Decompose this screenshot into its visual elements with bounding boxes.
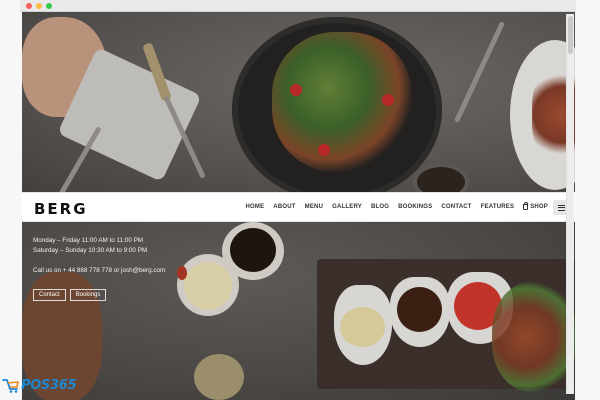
nav-label: HOME [245, 204, 265, 210]
hero-image-top [22, 12, 575, 192]
tomato-image [318, 144, 330, 156]
window-controls [26, 3, 52, 9]
nav-item-shop[interactable]: SHOP [523, 202, 548, 210]
nav-item-gallery[interactable]: GALLERY [332, 204, 362, 210]
scrollbar-thumb[interactable] [568, 16, 573, 54]
bookings-button[interactable]: Bookings [69, 289, 107, 301]
coffee-cup-image [417, 167, 465, 192]
nav-label: GALLERY [332, 204, 362, 210]
nav-label: BLOG [370, 204, 390, 210]
pepper-image [177, 266, 187, 280]
contact-line: Call us on + 44 888 778 778 or josh@berg… [33, 267, 166, 274]
watermark-text: POS365 [21, 377, 77, 393]
site-header: BERG HOME ABOUT MENU GALLERY BLOG BOOKIN… [22, 192, 575, 222]
minimize-window-button[interactable] [36, 3, 42, 9]
tomato-image [290, 84, 302, 96]
pos365-watermark: POS365 [2, 377, 77, 393]
close-window-button[interactable] [26, 3, 32, 9]
nav-label: SHOP [530, 204, 548, 210]
nav-label: CONTACT [441, 204, 472, 210]
tomato-image [382, 94, 394, 106]
nav-item-blog[interactable]: BLOG [371, 204, 389, 210]
fork-image [453, 21, 506, 123]
hours-weekend: Saturday – Sunday 10:30 AM to 9:00 PM [33, 247, 148, 254]
shrimp-dish-image [492, 282, 575, 392]
info-actions: Contact Bookings [33, 289, 107, 301]
nav-item-home[interactable]: HOME [245, 204, 264, 210]
hours-weekday: Monday – Friday 11:00 AM to 11:00 PM [33, 237, 144, 244]
dip-image [340, 307, 385, 347]
hamburger-icon [557, 209, 565, 211]
nav-label: FEATURES [480, 204, 515, 210]
nav-label: MENU [304, 204, 324, 210]
scrollbar[interactable] [566, 14, 574, 394]
browser-window: BERG HOME ABOUT MENU GALLERY BLOG BOOKIN… [0, 0, 600, 400]
browser-chrome [20, 0, 576, 12]
restaurant-info: Monday – Friday 11:00 AM to 11:00 PM Sat… [33, 236, 165, 276]
shopping-bag-icon [523, 202, 529, 210]
nav-item-bookings[interactable]: BOOKINGS [398, 204, 432, 210]
nav-item-menu[interactable]: MENU [305, 204, 323, 210]
nav-item-features[interactable]: FEATURES [481, 204, 515, 210]
contact-button[interactable]: Contact [33, 289, 66, 301]
main-navigation: HOME ABOUT MENU GALLERY BLOG BOOKINGS CO… [245, 202, 548, 210]
site-logo[interactable]: BERG [34, 200, 88, 218]
dip-image [184, 262, 232, 310]
nav-item-contact[interactable]: CONTACT [441, 204, 471, 210]
oil-jar-image [194, 354, 244, 400]
hamburger-icon [557, 207, 565, 208]
nav-label: BOOKINGS [398, 204, 433, 210]
pos365-logo-icon [2, 379, 19, 393]
nav-label: ABOUT [273, 204, 296, 210]
nav-item-about[interactable]: ABOUT [273, 204, 295, 210]
sauce-image [397, 287, 442, 332]
hamburger-icon [557, 204, 565, 206]
maximize-window-button[interactable] [46, 3, 52, 9]
sauce-image [230, 228, 276, 272]
